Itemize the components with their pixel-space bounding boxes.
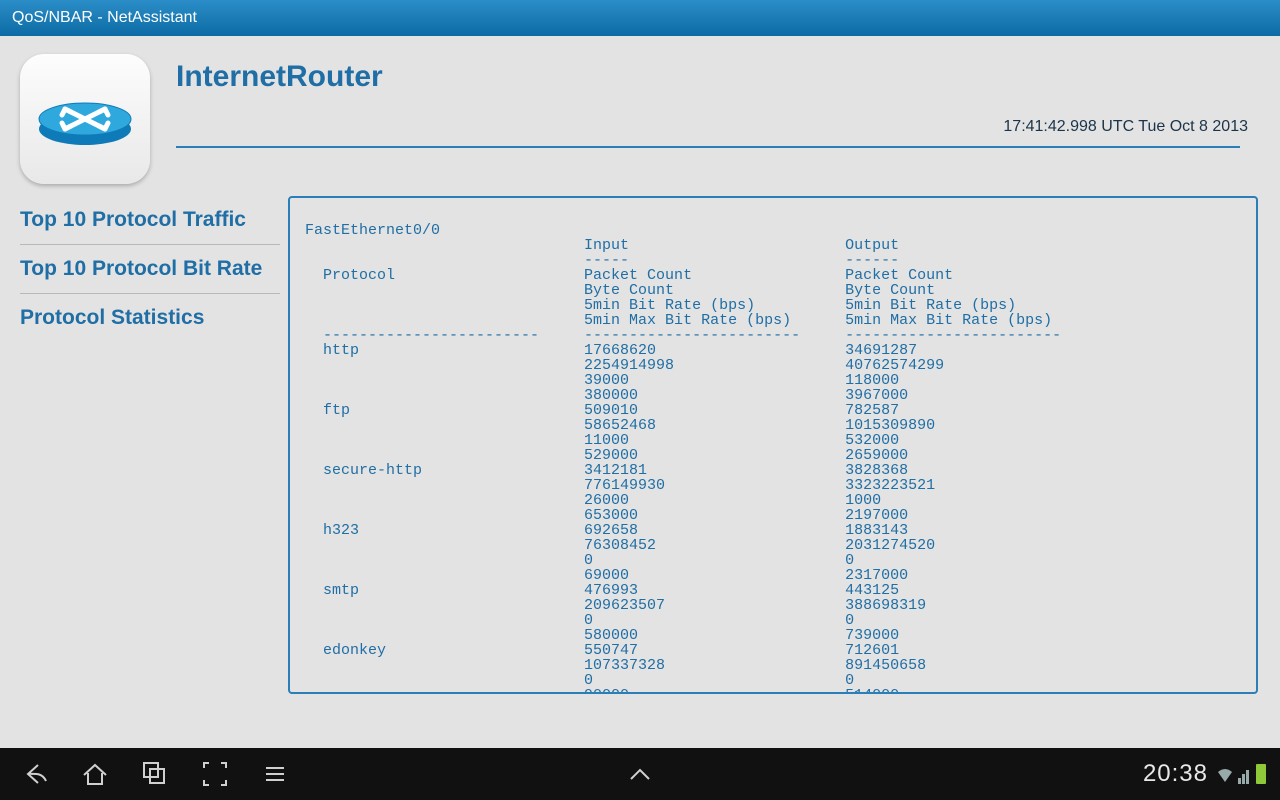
sidebar-item-top10-bitrate[interactable]: Top 10 Protocol Bit Rate <box>20 245 280 294</box>
android-nav-bar: 20:38 <box>0 748 1280 800</box>
content-area: InternetRouter 17:41:42.998 UTC Tue Oct … <box>0 36 1280 748</box>
battery-icon <box>1256 764 1266 784</box>
home-icon[interactable] <box>80 759 110 789</box>
signal-icon <box>1238 766 1252 784</box>
recent-apps-icon[interactable] <box>140 759 170 789</box>
app-title: QoS/NBAR - NetAssistant <box>12 9 197 27</box>
output-text: FastEthernet0/0 Input Output ----- -----… <box>296 208 1250 694</box>
menu-icon[interactable] <box>260 759 290 789</box>
screenshot-icon[interactable] <box>200 759 230 789</box>
divider <box>176 146 1240 148</box>
back-icon[interactable] <box>20 759 50 789</box>
output-pane[interactable]: FastEthernet0/0 Input Output ----- -----… <box>288 196 1258 694</box>
router-icon <box>20 54 150 184</box>
clock: 20:38 <box>1143 760 1208 788</box>
sidebar-item-protocol-stats[interactable]: Protocol Statistics <box>20 294 280 342</box>
sidebar: Top 10 Protocol Traffic Top 10 Protocol … <box>0 196 280 694</box>
sidebar-item-top10-traffic[interactable]: Top 10 Protocol Traffic <box>20 196 280 245</box>
timestamp: 17:41:42.998 UTC Tue Oct 8 2013 <box>176 118 1248 136</box>
status-icons[interactable] <box>1216 764 1266 784</box>
app-bar: QoS/NBAR - NetAssistant <box>0 0 1280 36</box>
wifi-icon <box>1216 766 1234 784</box>
device-title: InternetRouter <box>176 60 1260 94</box>
expand-up-icon[interactable] <box>625 759 655 789</box>
